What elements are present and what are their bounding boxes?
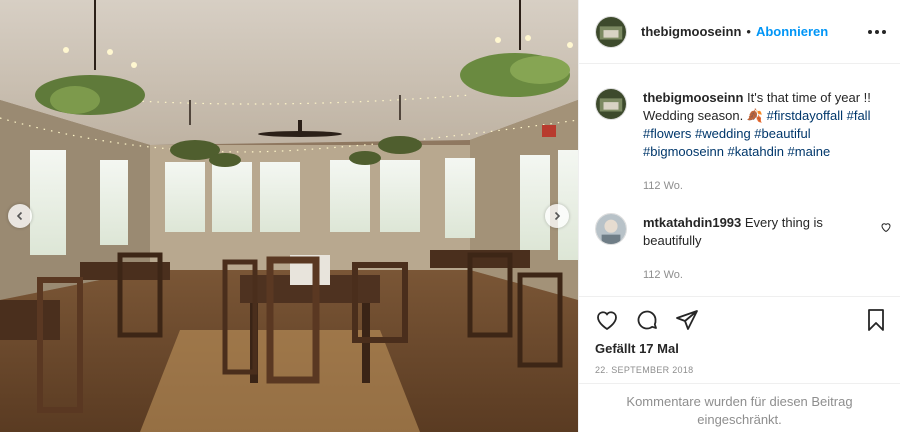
likes-count[interactable]: Gefällt 17 Mal: [595, 341, 679, 356]
follow-button[interactable]: Abonnieren: [756, 24, 828, 39]
comment-timestamp[interactable]: 112 Wo.: [643, 266, 863, 284]
caption-timestamp[interactable]: 112 Wo.: [643, 177, 886, 195]
post-image: [0, 0, 578, 432]
caption-author-avatar[interactable]: [595, 88, 627, 120]
divider: [579, 383, 900, 384]
post-photo: [0, 0, 578, 432]
separator-dot: •: [746, 24, 751, 39]
action-bar: [595, 307, 888, 333]
post-header: thebigmooseinn • Abonnieren: [579, 0, 900, 64]
previous-photo-button[interactable]: [8, 204, 32, 228]
chevron-right-icon: [554, 211, 561, 221]
commenter-username[interactable]: mtkatahdin1993: [643, 215, 741, 230]
comment-body: mtkatahdin1993 Every thing is beautifull…: [643, 199, 863, 284]
next-photo-button[interactable]: [545, 204, 569, 228]
commenter-avatar[interactable]: [595, 213, 627, 245]
caption: thebigmooseinn It's that time of year !!…: [595, 74, 886, 195]
comment-item: mtkatahdin1993 Every thing is beautifull…: [595, 199, 891, 284]
comment-like-heart-icon[interactable]: [880, 221, 892, 236]
share-icon[interactable]: [675, 308, 699, 332]
post-date[interactable]: 22. SEPTEMBER 2018: [595, 365, 693, 375]
comment-list: thebigmooseinn It's that time of year !!…: [595, 74, 891, 284]
author-avatar[interactable]: [595, 15, 627, 48]
bookmark-icon[interactable]: [864, 308, 888, 332]
more-options-icon[interactable]: [868, 29, 886, 34]
instagram-post-modal: thebigmooseinn • Abonnieren thebigmoosei…: [0, 0, 900, 432]
caption-username[interactable]: thebigmooseinn: [643, 90, 743, 105]
comments-limited-notice: Kommentare wurden für diesen Beitrag ein…: [626, 394, 853, 427]
chevron-left-icon: [16, 211, 23, 221]
post-side-panel: thebigmooseinn • Abonnieren thebigmoosei…: [578, 0, 900, 432]
heart-icon[interactable]: [595, 308, 619, 332]
divider: [579, 296, 900, 297]
caption-body: thebigmooseinn It's that time of year !!…: [643, 74, 886, 195]
author-username[interactable]: thebigmooseinn: [641, 24, 741, 39]
comment-icon[interactable]: [635, 308, 659, 332]
